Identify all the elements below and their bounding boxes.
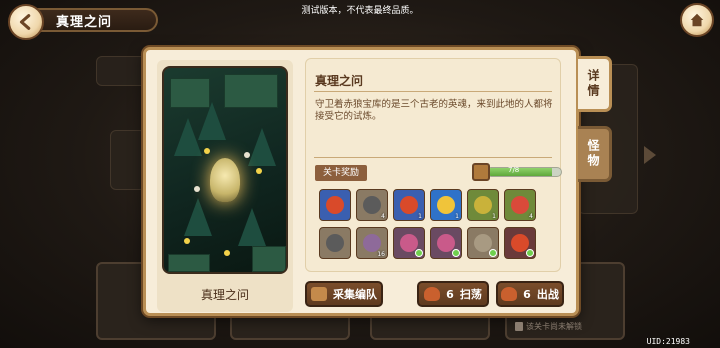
pickaxe-icon — [311, 287, 327, 301]
reward-item[interactable]: 4 — [504, 189, 536, 221]
reward-item[interactable] — [467, 227, 499, 259]
progress-fill — [487, 168, 552, 176]
uid-label: UID:21983 — [646, 337, 690, 346]
stage-preview-image — [162, 66, 288, 274]
reward-tag: 关卡奖励 — [315, 165, 367, 181]
reward-item[interactable] — [430, 227, 462, 259]
gourd-icon — [474, 196, 492, 214]
stage-info-card: 真理之问 守卫着赤狼宝库的是三个古老的英魂，来到此地的人都将接受它的试炼。 关卡… — [305, 58, 564, 272]
back-arrow-icon — [19, 14, 31, 30]
stage-name: 真理之问 — [315, 74, 364, 88]
pickaxe-icon — [326, 234, 344, 252]
treasure-chest-icon[interactable] — [472, 163, 490, 181]
hero-portrait-icon — [400, 196, 418, 214]
check-icon — [526, 249, 534, 257]
check-icon — [415, 249, 423, 257]
reward-progress: 7/8 — [472, 163, 564, 181]
check-icon — [452, 249, 460, 257]
lock-icon — [515, 322, 523, 331]
meat-icon — [501, 287, 518, 301]
golden-token-icon — [437, 196, 455, 214]
sweep-button[interactable]: 6 扫荡 — [417, 281, 489, 307]
hero-portrait-icon — [326, 196, 344, 214]
meat-icon — [424, 287, 441, 301]
background-tile — [96, 56, 148, 86]
reward-item[interactable] — [393, 227, 425, 259]
check-icon — [489, 249, 497, 257]
reward-progress-bar — [486, 167, 562, 177]
gather-team-label: 采集编队 — [333, 288, 377, 301]
pickaxe-icon — [363, 196, 381, 214]
worm-icon — [363, 234, 381, 252]
reward-item[interactable]: 1 — [467, 189, 499, 221]
reward-item[interactable] — [319, 189, 351, 221]
divider — [314, 91, 552, 92]
tab-monsters[interactable]: 怪物 — [578, 126, 612, 182]
back-button[interactable] — [8, 4, 44, 40]
battle-button[interactable]: 6 出战 — [496, 281, 564, 307]
reward-count: 1 — [492, 213, 496, 220]
progress-text: 7/8 — [508, 166, 520, 174]
battle-label: 出战 — [536, 288, 559, 301]
reward-count: 1 — [455, 213, 459, 220]
home-button[interactable] — [680, 3, 714, 37]
reward-item[interactable] — [319, 227, 351, 259]
locked-hint: 该关卡尚未解锁 — [515, 321, 582, 332]
reward-item[interactable] — [504, 227, 536, 259]
sweep-label: 扫荡 — [459, 288, 482, 301]
mushroom-icon — [511, 196, 529, 214]
page-title-banner: 真理之问 — [30, 8, 158, 32]
background-tile — [110, 130, 146, 190]
reward-item[interactable]: 1 — [430, 189, 462, 221]
next-arrow-icon[interactable] — [644, 146, 656, 164]
tab-details[interactable]: 详情 — [578, 56, 612, 112]
home-icon — [690, 13, 704, 27]
reward-count: 1 — [418, 213, 422, 220]
stage-preview-card: 真理之问 — [157, 60, 293, 312]
stage-description: 守卫着赤狼宝库的是三个古老的英魂，来到此地的人都将接受它的试炼。 — [315, 99, 553, 122]
page-title: 真理之问 — [56, 14, 113, 30]
reward-count: 4 — [529, 213, 533, 220]
glowing-relic — [210, 158, 240, 202]
locked-text: 该关卡尚未解锁 — [526, 322, 582, 331]
battle-count: 6 — [523, 287, 531, 301]
stage-detail-panel: 真理之问 真理之问 守卫着赤狼宝库的是三个古老的英魂，来到此地的人都将接受它的试… — [143, 47, 612, 316]
reward-item[interactable]: 1 — [393, 189, 425, 221]
reward-grid: 4 1 1 1 4 16 — [319, 189, 559, 259]
gather-team-button[interactable]: 采集编队 — [305, 281, 383, 307]
reward-count: 16 — [377, 251, 385, 258]
stage-card-label: 真理之问 — [200, 288, 249, 302]
sweep-count: 6 — [446, 287, 454, 301]
reward-count: 4 — [381, 213, 385, 220]
reward-item[interactable]: 16 — [356, 227, 388, 259]
divider — [314, 157, 552, 158]
reward-item[interactable]: 4 — [356, 189, 388, 221]
